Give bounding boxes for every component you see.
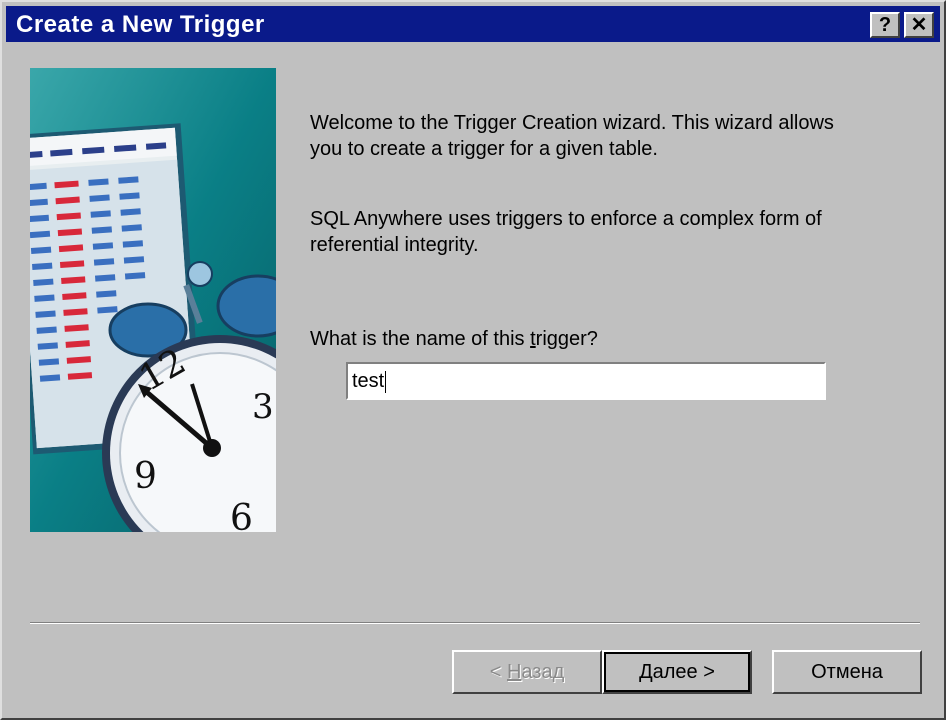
back-accel: Н — [506, 661, 522, 683]
close-icon: ✕ — [910, 14, 928, 36]
wizard-illustration: 12 3 9 6 — [30, 68, 276, 532]
cancel-button[interactable]: Отмена — [772, 650, 922, 694]
help-icon: ? — [878, 14, 892, 36]
svg-text:3: 3 — [252, 387, 274, 427]
svg-text:9: 9 — [134, 456, 157, 497]
dialog-window: Create a New Trigger ? ✕ 12 3 9 6 Welcom… — [0, 0, 946, 720]
close-button[interactable]: ✕ — [904, 12, 934, 38]
back-prefix: < — [489, 661, 507, 683]
next-button[interactable]: Далее > — [602, 650, 752, 694]
question-text-end: rigger? — [535, 328, 598, 350]
title-bar[interactable]: Create a New Trigger ? ✕ — [6, 6, 940, 42]
help-button[interactable]: ? — [870, 12, 900, 38]
back-rest: азад — [521, 661, 565, 683]
trigger-name-label: What is the name of this trigger? — [310, 326, 710, 352]
back-button[interactable]: < Назад — [452, 650, 602, 694]
sql-anywhere-text: SQL Anywhere uses triggers to enforce a … — [310, 208, 822, 256]
divider — [30, 622, 920, 624]
trigger-name-input[interactable]: test — [346, 362, 826, 400]
text-caret — [385, 370, 387, 393]
trigger-name-value: test — [352, 370, 385, 392]
question-text: What is the name of this — [310, 328, 531, 350]
welcome-text: Welcome to the Trigger Creation wizard. … — [310, 112, 834, 160]
svg-text:6: 6 — [230, 498, 253, 532]
window-title: Create a New Trigger — [16, 11, 265, 38]
